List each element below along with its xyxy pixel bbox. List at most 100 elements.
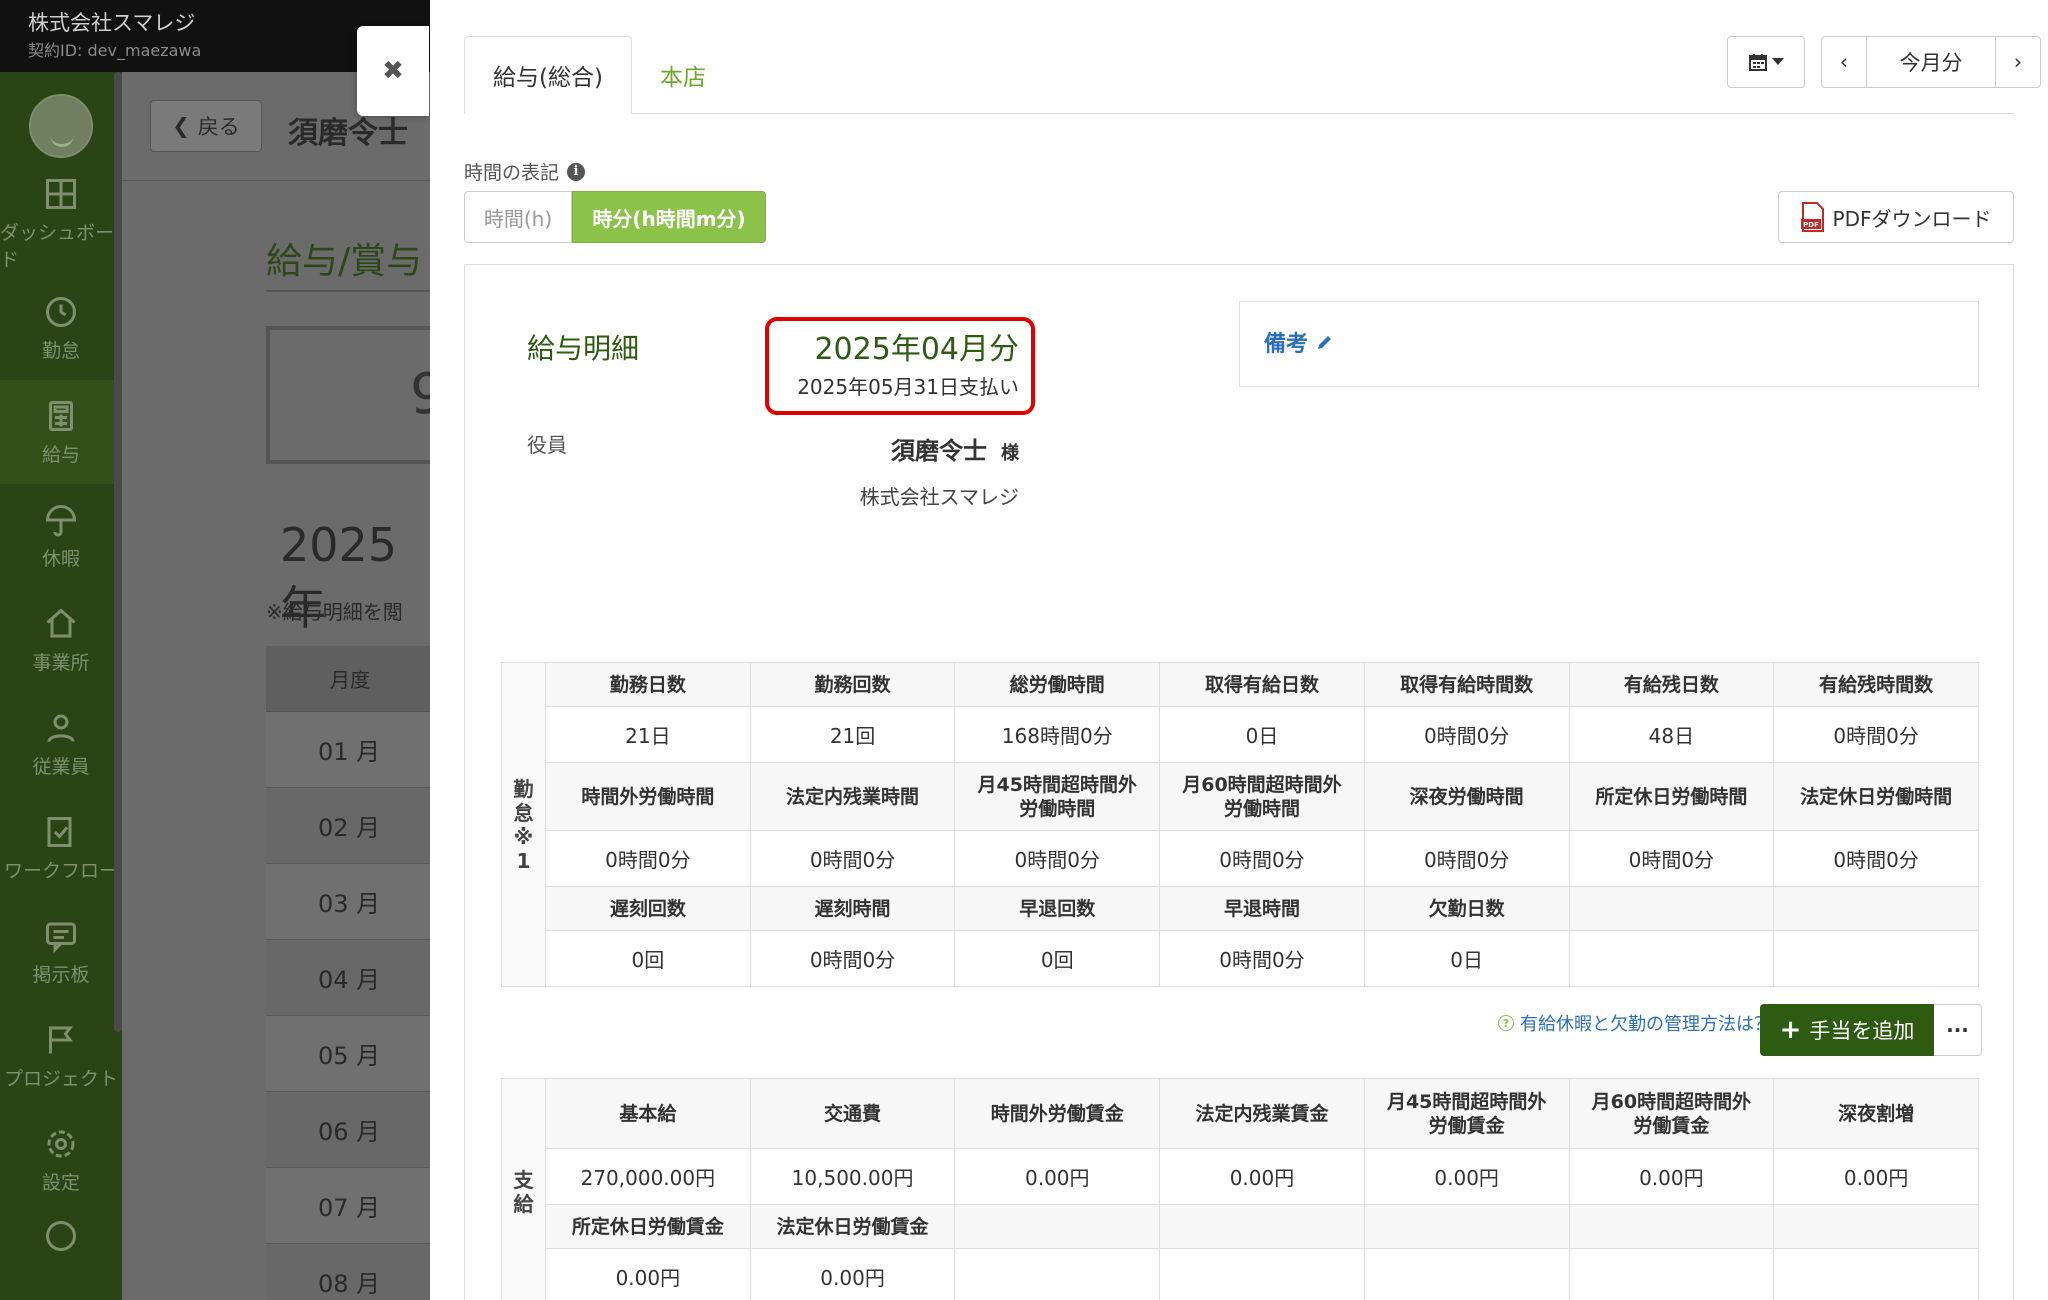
sidebar-item-employees[interactable]: 従業員: [0, 692, 122, 796]
sidebar-item-settings[interactable]: 設定: [0, 1108, 122, 1212]
sidebar-item-office[interactable]: 事業所: [0, 588, 122, 692]
table-row[interactable]: 01 月: [266, 712, 430, 788]
table-row[interactable]: 08 月: [266, 1244, 430, 1300]
back-label: 戻る: [197, 115, 240, 139]
attendance-table: 勤 怠 ※ 1 勤務日数 勤務回数 総労働時間 取得有給日数 取得有給時間数 有…: [501, 662, 1979, 987]
contract-id: 契約ID: dev_maezawa: [28, 41, 202, 60]
toggle-hours-button[interactable]: 時間(h): [464, 191, 572, 243]
home-icon: [46, 607, 76, 637]
back-button[interactable]: ❮ 戻る: [150, 100, 262, 152]
leave-absence-help-link[interactable]: ? 有給休暇と欠勤の管理方法は？: [1498, 1010, 1772, 1036]
sidebar-item-label: 事業所: [32, 651, 90, 674]
table-row[interactable]: 05 月: [266, 1016, 430, 1092]
payslip-title: 給与明細: [527, 332, 640, 365]
table-header: 深夜労働時間: [1363, 762, 1570, 831]
table-cell: 0時間0分: [1159, 930, 1365, 987]
pay-period-box: 2025年04月分 2025年05月31日支払い: [765, 317, 1035, 415]
table-cell: [1568, 1248, 1775, 1300]
sidebar-item-label: 勤怠: [41, 339, 80, 362]
table-cell: [1773, 930, 1979, 987]
table-cell: 0時間0分: [1363, 706, 1570, 763]
avatar[interactable]: [29, 94, 93, 158]
table-cell: 0回: [545, 930, 751, 987]
table-header: [1159, 1204, 1365, 1249]
calculator-icon: [49, 400, 73, 431]
table-row[interactable]: 04 月: [266, 940, 430, 1016]
table-header: 早退回数: [954, 886, 1161, 931]
ellipsis-icon: ···: [1946, 1018, 1969, 1042]
summary-digit: 9: [410, 362, 430, 427]
table-header: 深夜割増: [1773, 1078, 1979, 1149]
company-name: 株式会社スマレジ: [28, 11, 196, 35]
this-month-button[interactable]: 今月分: [1866, 37, 1996, 87]
table-header: 法定内残業賃金: [1159, 1078, 1365, 1149]
svg-text:PDF: PDF: [1803, 221, 1819, 229]
divider: [266, 290, 430, 292]
table-row[interactable]: 07 月: [266, 1168, 430, 1244]
table-header: 基本給: [545, 1078, 751, 1149]
sidebar-item-project[interactable]: プロジェクト: [0, 1004, 122, 1108]
sidebar-item-label: 従業員: [32, 755, 90, 778]
divider: [122, 180, 430, 181]
month-table: 月度 01 月 02 月 03 月 04 月 05 月 06 月 07 月 08…: [266, 646, 430, 1300]
table-header: 有給残日数: [1568, 662, 1775, 707]
sidebar-item-label: 休暇: [41, 547, 80, 570]
table-cell: 0.00円: [1159, 1148, 1365, 1205]
employee-role: 役員: [527, 433, 567, 457]
table-cell: 10,500.00円: [749, 1148, 956, 1205]
divider: [464, 113, 2014, 114]
table-cell: 0.00円: [545, 1248, 751, 1300]
table-header: 所定休日労働賃金: [545, 1204, 751, 1249]
tab-head-office[interactable]: 本店: [632, 36, 734, 114]
sidebar-item-workflow[interactable]: ワークフロー: [0, 796, 122, 900]
table-header: 時間外労働賃金: [954, 1078, 1161, 1149]
tab-bar: 給与(総合) 本店: [464, 36, 734, 114]
next-month-button[interactable]: ›: [1996, 37, 2040, 87]
table-row[interactable]: 02 月: [266, 788, 430, 864]
dashboard-icon: [46, 179, 76, 209]
time-notation-label: 時間の表記 i: [464, 158, 586, 185]
sidebar-item-bulletin[interactable]: 掲示板: [0, 900, 122, 1004]
sidebar-scrollbar[interactable]: [114, 72, 122, 1032]
table-cell: 48日: [1568, 706, 1775, 763]
more-options-button[interactable]: ···: [1934, 1004, 1982, 1056]
add-allowance-button[interactable]: + 手当を追加: [1760, 1004, 1934, 1056]
payment-side-label: 支 給: [501, 1078, 546, 1300]
remarks-edit-link[interactable]: 備考: [1264, 326, 1334, 358]
toggle-hours-minutes-button[interactable]: 時分(h時間m分): [572, 191, 766, 243]
sidebar-item-attendance[interactable]: 勤怠: [0, 276, 122, 380]
table-cell: 0時間0分: [1773, 830, 1979, 887]
table-cell: 21日: [545, 706, 751, 763]
user-icon: [47, 714, 75, 742]
table-row[interactable]: 06 月: [266, 1092, 430, 1168]
table-cell: 270,000.00円: [545, 1148, 751, 1205]
close-panel-button[interactable]: ✖: [357, 26, 429, 116]
table-row[interactable]: 03 月: [266, 864, 430, 940]
pencil-icon: [1318, 336, 1332, 349]
sidebar-item-help[interactable]: [0, 1212, 122, 1272]
table-cell: 0時間0分: [954, 830, 1161, 887]
table-header: 欠勤日数: [1363, 886, 1570, 931]
help-icon: [46, 1221, 76, 1251]
calendar-dropdown-button[interactable]: [1727, 36, 1805, 88]
prev-month-button[interactable]: ‹: [1822, 37, 1866, 87]
clock-icon: [46, 296, 76, 327]
pdf-download-button[interactable]: PDF PDFダウンロード: [1778, 191, 2014, 243]
table-cell: 0.00円: [1363, 1148, 1570, 1205]
sidebar-item-dashboard[interactable]: ダッシュボード: [0, 172, 122, 276]
table-header: 有給残時間数: [1773, 662, 1979, 707]
sidebar-item-leave[interactable]: 休暇: [0, 484, 122, 588]
sidebar-item-label: プロジェクト: [3, 1067, 118, 1090]
table-header: 月60時間超時間外 労働時間: [1159, 762, 1365, 831]
table-header: 法定休日労働時間: [1773, 762, 1979, 831]
table-cell: 0時間0分: [1363, 830, 1570, 887]
sidebar-item-payroll[interactable]: 給与: [0, 380, 122, 484]
close-icon: ✖: [382, 56, 404, 86]
gear-icon: [47, 1130, 75, 1157]
note-text: ※給与明細を閲: [266, 600, 403, 624]
table-header: 早退時間: [1159, 886, 1365, 931]
info-icon[interactable]: i: [567, 162, 586, 181]
tab-payroll-total[interactable]: 給与(総合): [464, 36, 632, 114]
remarks-label: 備考: [1264, 332, 1309, 357]
pay-date: 2025年05月31日支払い: [797, 375, 1019, 399]
